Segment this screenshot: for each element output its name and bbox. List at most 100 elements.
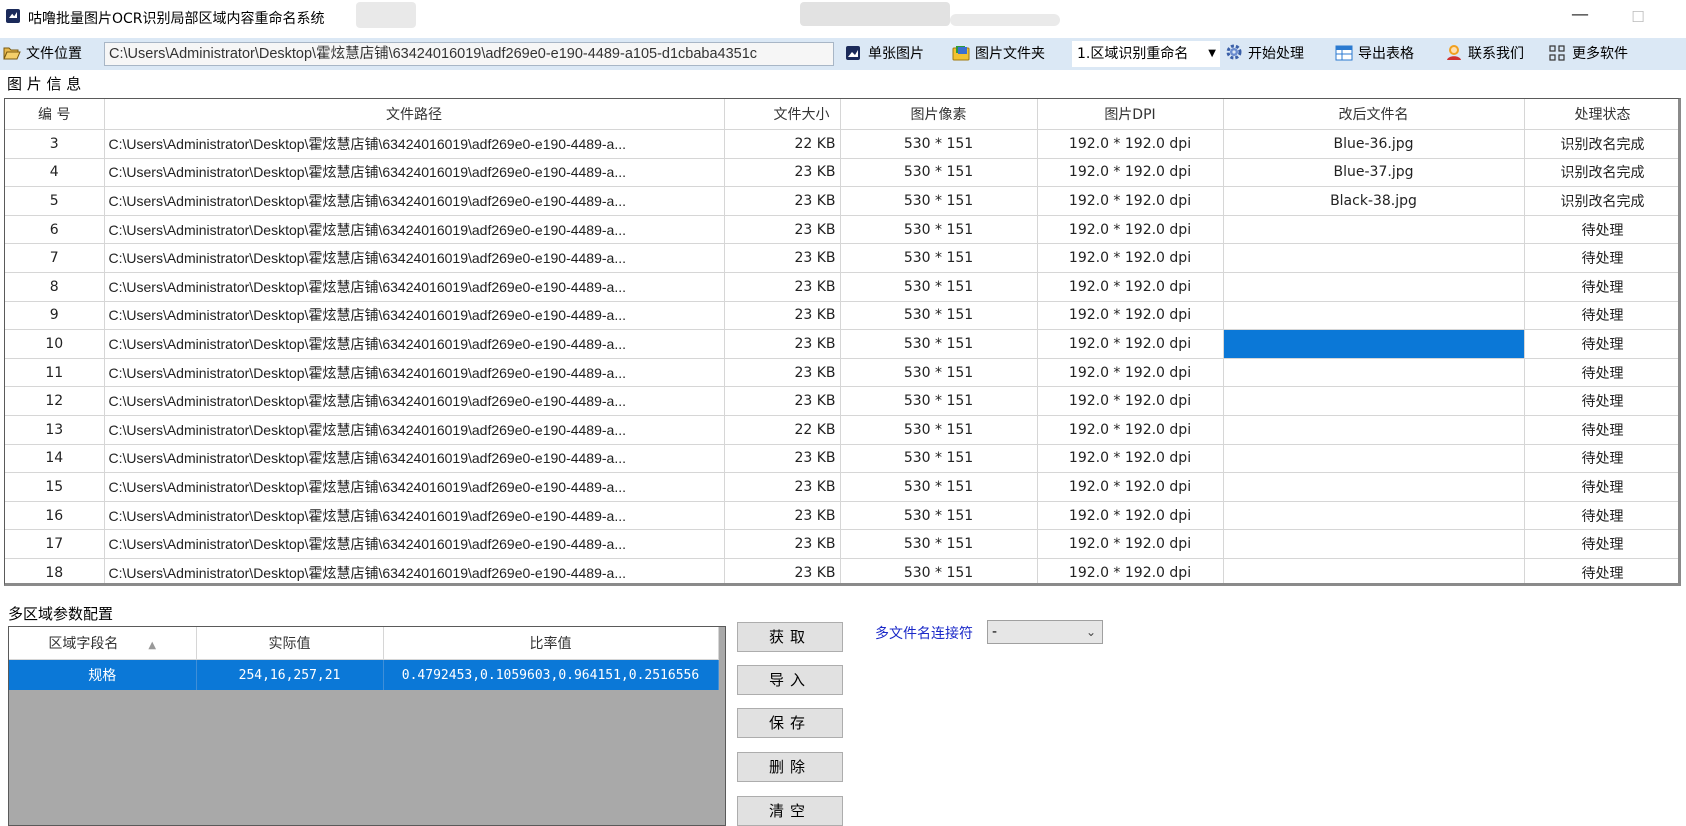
status-cell[interactable]: 待处理 <box>1524 386 1678 416</box>
file-size-cell[interactable]: 23 KB <box>724 386 841 416</box>
column-header[interactable]: 改后文件名 <box>1223 99 1525 130</box>
file-path-cell[interactable]: C:\Users\Administrator\Desktop\霍炫慧店铺\634… <box>104 444 725 474</box>
dpi-cell[interactable]: 192.0 * 192.0 dpi <box>1037 501 1224 531</box>
file-path-cell[interactable]: C:\Users\Administrator\Desktop\霍炫慧店铺\634… <box>104 272 725 302</box>
file-size-cell[interactable]: 23 KB <box>724 186 841 216</box>
region-field-name[interactable]: 规格 <box>9 659 197 690</box>
column-header[interactable]: 实际值 <box>196 627 384 660</box>
minimize-button[interactable]: — <box>1568 4 1592 28</box>
delete-button[interactable]: 删除 <box>737 752 843 782</box>
new-filename-cell[interactable] <box>1223 358 1525 388</box>
dpi-cell[interactable]: 192.0 * 192.0 dpi <box>1037 129 1224 159</box>
file-path-cell[interactable]: C:\Users\Administrator\Desktop\霍炫慧店铺\634… <box>104 215 725 245</box>
table-row[interactable]: 12 C:\Users\Administrator\Desktop\霍炫慧店铺\6… <box>5 386 1678 416</box>
file-size-cell[interactable]: 23 KB <box>724 501 841 531</box>
dpi-cell[interactable]: 192.0 * 192.0 dpi <box>1037 558 1224 583</box>
new-filename-cell[interactable]: Blue-36.jpg <box>1223 129 1525 159</box>
file-path-cell[interactable]: C:\Users\Administrator\Desktop\霍炫慧店铺\634… <box>104 329 725 359</box>
file-size-cell[interactable]: 22 KB <box>724 129 841 159</box>
file-path-cell[interactable]: C:\Users\Administrator\Desktop\霍炫慧店铺\634… <box>104 243 725 273</box>
table-row[interactable]: 14 C:\Users\Administrator\Desktop\霍炫慧店铺\6… <box>5 444 1678 474</box>
pixel-size-cell[interactable]: 530 * 151 <box>840 158 1038 188</box>
status-cell[interactable]: 待处理 <box>1524 415 1678 445</box>
status-cell[interactable]: 识别改名完成 <box>1524 129 1678 159</box>
file-size-cell[interactable]: 23 KB <box>724 558 841 583</box>
file-size-cell[interactable]: 23 KB <box>724 301 841 331</box>
dpi-cell[interactable]: 192.0 * 192.0 dpi <box>1037 272 1224 302</box>
dpi-cell[interactable]: 192.0 * 192.0 dpi <box>1037 243 1224 273</box>
status-cell[interactable]: 待处理 <box>1524 301 1678 331</box>
maximize-button[interactable]: ☐ <box>1626 6 1650 30</box>
pixel-size-cell[interactable]: 530 * 151 <box>840 272 1038 302</box>
row-number[interactable]: 11 <box>5 358 105 388</box>
pixel-size-cell[interactable]: 530 * 151 <box>840 415 1038 445</box>
file-path-cell[interactable]: C:\Users\Administrator\Desktop\霍炫慧店铺\634… <box>104 301 725 331</box>
status-cell[interactable]: 待处理 <box>1524 272 1678 302</box>
table-row[interactable]: 18 C:\Users\Administrator\Desktop\霍炫慧店铺\6… <box>5 558 1678 583</box>
file-size-cell[interactable]: 23 KB <box>724 215 841 245</box>
pixel-size-cell[interactable]: 530 * 151 <box>840 329 1038 359</box>
pixel-size-cell[interactable]: 530 * 151 <box>840 301 1038 331</box>
file-path-cell[interactable]: C:\Users\Administrator\Desktop\霍炫慧店铺\634… <box>104 186 725 216</box>
new-filename-cell[interactable] <box>1223 415 1525 445</box>
table-row[interactable]: 15 C:\Users\Administrator\Desktop\霍炫慧店铺\6… <box>5 472 1678 502</box>
new-filename-cell[interactable] <box>1223 272 1525 302</box>
row-number[interactable]: 6 <box>5 215 105 245</box>
file-path-cell[interactable]: C:\Users\Administrator\Desktop\霍炫慧店铺\634… <box>104 415 725 445</box>
status-cell[interactable]: 待处理 <box>1524 243 1678 273</box>
pixel-size-cell[interactable]: 530 * 151 <box>840 358 1038 388</box>
pixel-size-cell[interactable]: 530 * 151 <box>840 529 1038 559</box>
new-filename-cell[interactable] <box>1223 215 1525 245</box>
table-row[interactable]: 4 C:\Users\Administrator\Desktop\霍炫慧店铺\63… <box>5 158 1678 188</box>
pixel-size-cell[interactable]: 530 * 151 <box>840 243 1038 273</box>
dpi-cell[interactable]: 192.0 * 192.0 dpi <box>1037 158 1224 188</box>
row-number[interactable]: 12 <box>5 386 105 416</box>
file-size-cell[interactable]: 23 KB <box>724 243 841 273</box>
dpi-cell[interactable]: 192.0 * 192.0 dpi <box>1037 415 1224 445</box>
dpi-cell[interactable]: 192.0 * 192.0 dpi <box>1037 215 1224 245</box>
new-filename-cell[interactable] <box>1223 386 1525 416</box>
connector-select[interactable]: - ⌄ <box>987 620 1103 644</box>
column-header[interactable]: 图片DPI <box>1037 99 1224 130</box>
pixel-size-cell[interactable]: 530 * 151 <box>840 501 1038 531</box>
table-row[interactable]: 13 C:\Users\Administrator\Desktop\霍炫慧店铺\6… <box>5 415 1678 445</box>
status-cell[interactable]: 待处理 <box>1524 558 1678 583</box>
dpi-cell[interactable]: 192.0 * 192.0 dpi <box>1037 529 1224 559</box>
row-number[interactable]: 3 <box>5 129 105 159</box>
file-path-cell[interactable]: C:\Users\Administrator\Desktop\霍炫慧店铺\634… <box>104 558 725 583</box>
new-filename-cell[interactable] <box>1223 329 1525 359</box>
row-number[interactable]: 15 <box>5 472 105 502</box>
dpi-cell[interactable]: 192.0 * 192.0 dpi <box>1037 329 1224 359</box>
file-size-cell[interactable]: 23 KB <box>724 529 841 559</box>
column-header[interactable]: 文件大小 <box>724 99 841 130</box>
new-filename-cell[interactable] <box>1223 558 1525 583</box>
pixel-size-cell[interactable]: 530 * 151 <box>840 186 1038 216</box>
row-number[interactable]: 10 <box>5 329 105 359</box>
pixel-size-cell[interactable]: 530 * 151 <box>840 444 1038 474</box>
new-filename-cell[interactable]: Blue-37.jpg <box>1223 158 1525 188</box>
export-table-button[interactable]: 导出表格 <box>1335 42 1414 66</box>
new-filename-cell[interactable] <box>1223 243 1525 273</box>
clear-button[interactable]: 清空 <box>737 796 843 826</box>
file-path-cell[interactable]: C:\Users\Administrator\Desktop\霍炫慧店铺\634… <box>104 501 725 531</box>
table-row[interactable]: 规格 254,16,257,21 0.4792453,0.1059603,0.9… <box>9 659 719 690</box>
row-number[interactable]: 8 <box>5 272 105 302</box>
contact-us-button[interactable]: 联系我们 <box>1445 42 1524 66</box>
row-number[interactable]: 13 <box>5 415 105 445</box>
dpi-cell[interactable]: 192.0 * 192.0 dpi <box>1037 358 1224 388</box>
file-path-cell[interactable]: C:\Users\Administrator\Desktop\霍炫慧店铺\634… <box>104 129 725 159</box>
status-cell[interactable]: 待处理 <box>1524 472 1678 502</box>
file-size-cell[interactable]: 23 KB <box>724 444 841 474</box>
row-number[interactable]: 16 <box>5 501 105 531</box>
mode-select[interactable]: 1.区域识别重命名 ▼ <box>1072 41 1220 67</box>
new-filename-cell[interactable] <box>1223 444 1525 474</box>
dpi-cell[interactable]: 192.0 * 192.0 dpi <box>1037 186 1224 216</box>
file-path-cell[interactable]: C:\Users\Administrator\Desktop\霍炫慧店铺\634… <box>104 158 725 188</box>
file-path-cell[interactable]: C:\Users\Administrator\Desktop\霍炫慧店铺\634… <box>104 472 725 502</box>
table-row[interactable]: 6 C:\Users\Administrator\Desktop\霍炫慧店铺\63… <box>5 215 1678 245</box>
status-cell[interactable]: 待处理 <box>1524 444 1678 474</box>
table-row[interactable]: 3 C:\Users\Administrator\Desktop\霍炫慧店铺\63… <box>5 129 1678 159</box>
file-size-cell[interactable]: 23 KB <box>724 158 841 188</box>
status-cell[interactable]: 待处理 <box>1524 501 1678 531</box>
new-filename-cell[interactable] <box>1223 301 1525 331</box>
